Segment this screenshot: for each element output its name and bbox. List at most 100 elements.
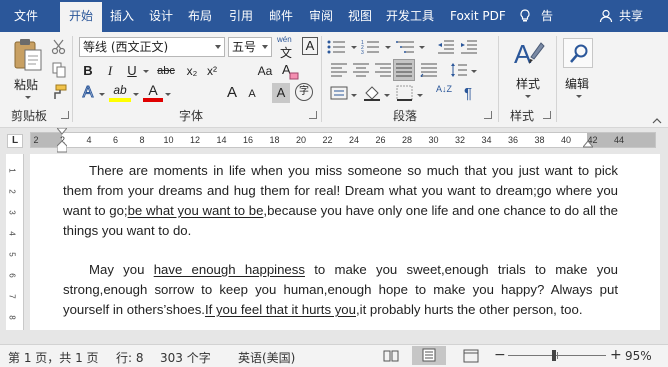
numbering-dropdown-arrow[interactable] [385, 46, 391, 49]
ruler-tick-label: 12 [189, 135, 201, 145]
bullets-dropdown-arrow[interactable] [351, 46, 357, 49]
text-effects-dropdown-arrow[interactable] [99, 93, 105, 96]
italic-button[interactable]: I [101, 61, 119, 81]
zoom-slider[interactable] [508, 350, 606, 361]
numbering-icon[interactable]: 1 2 3 [361, 39, 381, 55]
grow-font-button[interactable]: A [223, 83, 241, 103]
clipboard-dialog-launcher[interactable] [61, 111, 69, 119]
subscript-button[interactable]: x₂ [183, 61, 201, 81]
bold-button[interactable]: B [79, 61, 97, 81]
underline-dropdown-arrow[interactable] [143, 70, 149, 73]
first-line-indent-marker[interactable] [57, 128, 67, 136]
phonetic-guide-button[interactable]: wén 文 [276, 35, 298, 60]
read-mode-icon[interactable] [383, 349, 399, 363]
justify-icon [396, 63, 412, 77]
superscript-button[interactable]: x² [203, 61, 221, 81]
tab-developer[interactable]: 开发工具 [386, 0, 434, 32]
decrease-indent-icon[interactable] [437, 39, 455, 55]
underline-button[interactable]: U [123, 61, 141, 81]
collapse-ribbon-button[interactable] [652, 112, 662, 124]
ruler-tick-label: 16 [242, 135, 254, 145]
page-count[interactable]: 第 1 页，共 1 页 [8, 349, 99, 366]
vertical-ruler[interactable]: 1 2 3 4 5 6 7 8 [6, 154, 24, 330]
paragraph-1[interactable]: There are moments in life when you miss … [63, 161, 618, 241]
ruler-tick-label: 18 [269, 135, 280, 145]
bullets-icon[interactable] [327, 39, 347, 55]
format-painter-icon[interactable] [51, 84, 67, 100]
word-count[interactable]: 303 个字 [160, 349, 211, 366]
language-indicator[interactable]: 英语(美国) [238, 349, 295, 366]
clear-formatting-button[interactable]: A [280, 61, 300, 81]
font-color-button[interactable]: A [143, 82, 163, 102]
tab-home[interactable]: 开始 [60, 2, 102, 32]
paragraph-2[interactable]: May you have enough happiness to make yo… [63, 260, 618, 320]
align-right-icon[interactable] [374, 63, 392, 77]
tab-design[interactable]: 设计 [149, 0, 173, 32]
styles-dialog-launcher[interactable] [543, 111, 551, 119]
tab-mailings[interactable]: 邮件 [269, 0, 293, 32]
vertical-ruler-tick-label: 4 [7, 231, 17, 236]
cut-icon[interactable] [51, 39, 67, 55]
zoom-slider-thumb[interactable] [552, 350, 557, 361]
copy-icon[interactable] [51, 62, 67, 78]
align-left-icon[interactable] [330, 63, 348, 77]
strikethrough-button[interactable]: abc [153, 61, 179, 81]
borders-icon[interactable] [396, 85, 414, 101]
character-border-button[interactable]: A [301, 36, 321, 58]
highlight-button[interactable]: ab [109, 82, 131, 102]
tab-selector[interactable]: L [7, 134, 23, 148]
styles-button[interactable]: A 样式 [506, 37, 550, 101]
tab-insert[interactable]: 插入 [110, 0, 134, 32]
font-dialog-launcher[interactable] [309, 111, 317, 119]
show-marks-button[interactable]: ¶ [459, 84, 477, 104]
line-spacing-icon[interactable] [450, 62, 468, 78]
hanging-indent-marker[interactable] [57, 141, 67, 153]
tab-review[interactable]: 审阅 [309, 0, 333, 32]
print-layout-button[interactable] [412, 346, 446, 365]
enclose-characters-button[interactable]: 字 [295, 83, 315, 103]
group-label-font: 字体 [179, 109, 204, 123]
editing-button[interactable]: 编辑 [560, 36, 598, 100]
shading-icon[interactable] [363, 85, 381, 101]
justify-button[interactable] [393, 59, 415, 81]
shrink-font-button[interactable]: A [244, 83, 260, 103]
multilevel-list-icon[interactable] [396, 39, 416, 55]
highlight-dropdown-arrow[interactable] [133, 93, 139, 96]
borders-dropdown-arrow[interactable] [417, 94, 423, 97]
group-separator [321, 36, 322, 122]
zoom-out-button[interactable]: − [494, 347, 506, 363]
tab-view[interactable]: 视图 [348, 0, 372, 32]
tab-foxit-pdf[interactable]: Foxit PDF [450, 0, 506, 32]
increase-indent-icon[interactable] [460, 39, 478, 55]
font-family-combo[interactable]: 等线 (西文正文) [79, 37, 225, 57]
sort-button[interactable]: A↓Z [433, 84, 455, 104]
paragraph-dialog-launcher[interactable] [484, 111, 492, 119]
paste-button[interactable]: 粘贴 [10, 38, 46, 99]
right-indent-marker[interactable] [583, 141, 593, 149]
zoom-in-button[interactable]: + [610, 347, 622, 363]
tab-references[interactable]: 引用 [229, 0, 253, 32]
change-case-button[interactable]: Aa [252, 61, 278, 81]
ruler-tick-label: 2 [33, 135, 39, 145]
multilevel-dropdown-arrow[interactable] [419, 46, 425, 49]
web-layout-icon[interactable] [463, 349, 479, 363]
align-center-icon[interactable] [352, 63, 370, 77]
paste-dropdown-arrow[interactable] [25, 96, 31, 99]
font-size-combo[interactable]: 五号 [228, 37, 272, 57]
editing-dropdown-arrow[interactable] [576, 95, 582, 98]
font-color-dropdown-arrow[interactable] [165, 93, 171, 96]
asian-layout-dropdown-arrow[interactable] [351, 94, 357, 97]
asian-layout-icon[interactable] [330, 85, 348, 101]
styles-dropdown-arrow[interactable] [525, 95, 531, 98]
line-spacing-dropdown-arrow[interactable] [471, 70, 477, 73]
shading-dropdown-arrow[interactable] [384, 94, 390, 97]
character-shading-button[interactable]: A [272, 83, 290, 103]
tab-file[interactable]: 文件 [14, 0, 38, 32]
phonetic-wen-label: wén [277, 35, 292, 44]
document-page[interactable]: There are moments in life when you miss … [30, 154, 660, 330]
tab-layout[interactable]: 布局 [188, 0, 212, 32]
zoom-level[interactable]: 95% [625, 349, 652, 363]
text-effects-button[interactable]: A [79, 83, 97, 103]
horizontal-ruler[interactable]: 2 2 4 6 8 10 12 14 16 18 20 22 24 26 28 30 32 34 36 38 40 42 4… [30, 128, 656, 153]
distributed-icon[interactable] [420, 63, 438, 77]
